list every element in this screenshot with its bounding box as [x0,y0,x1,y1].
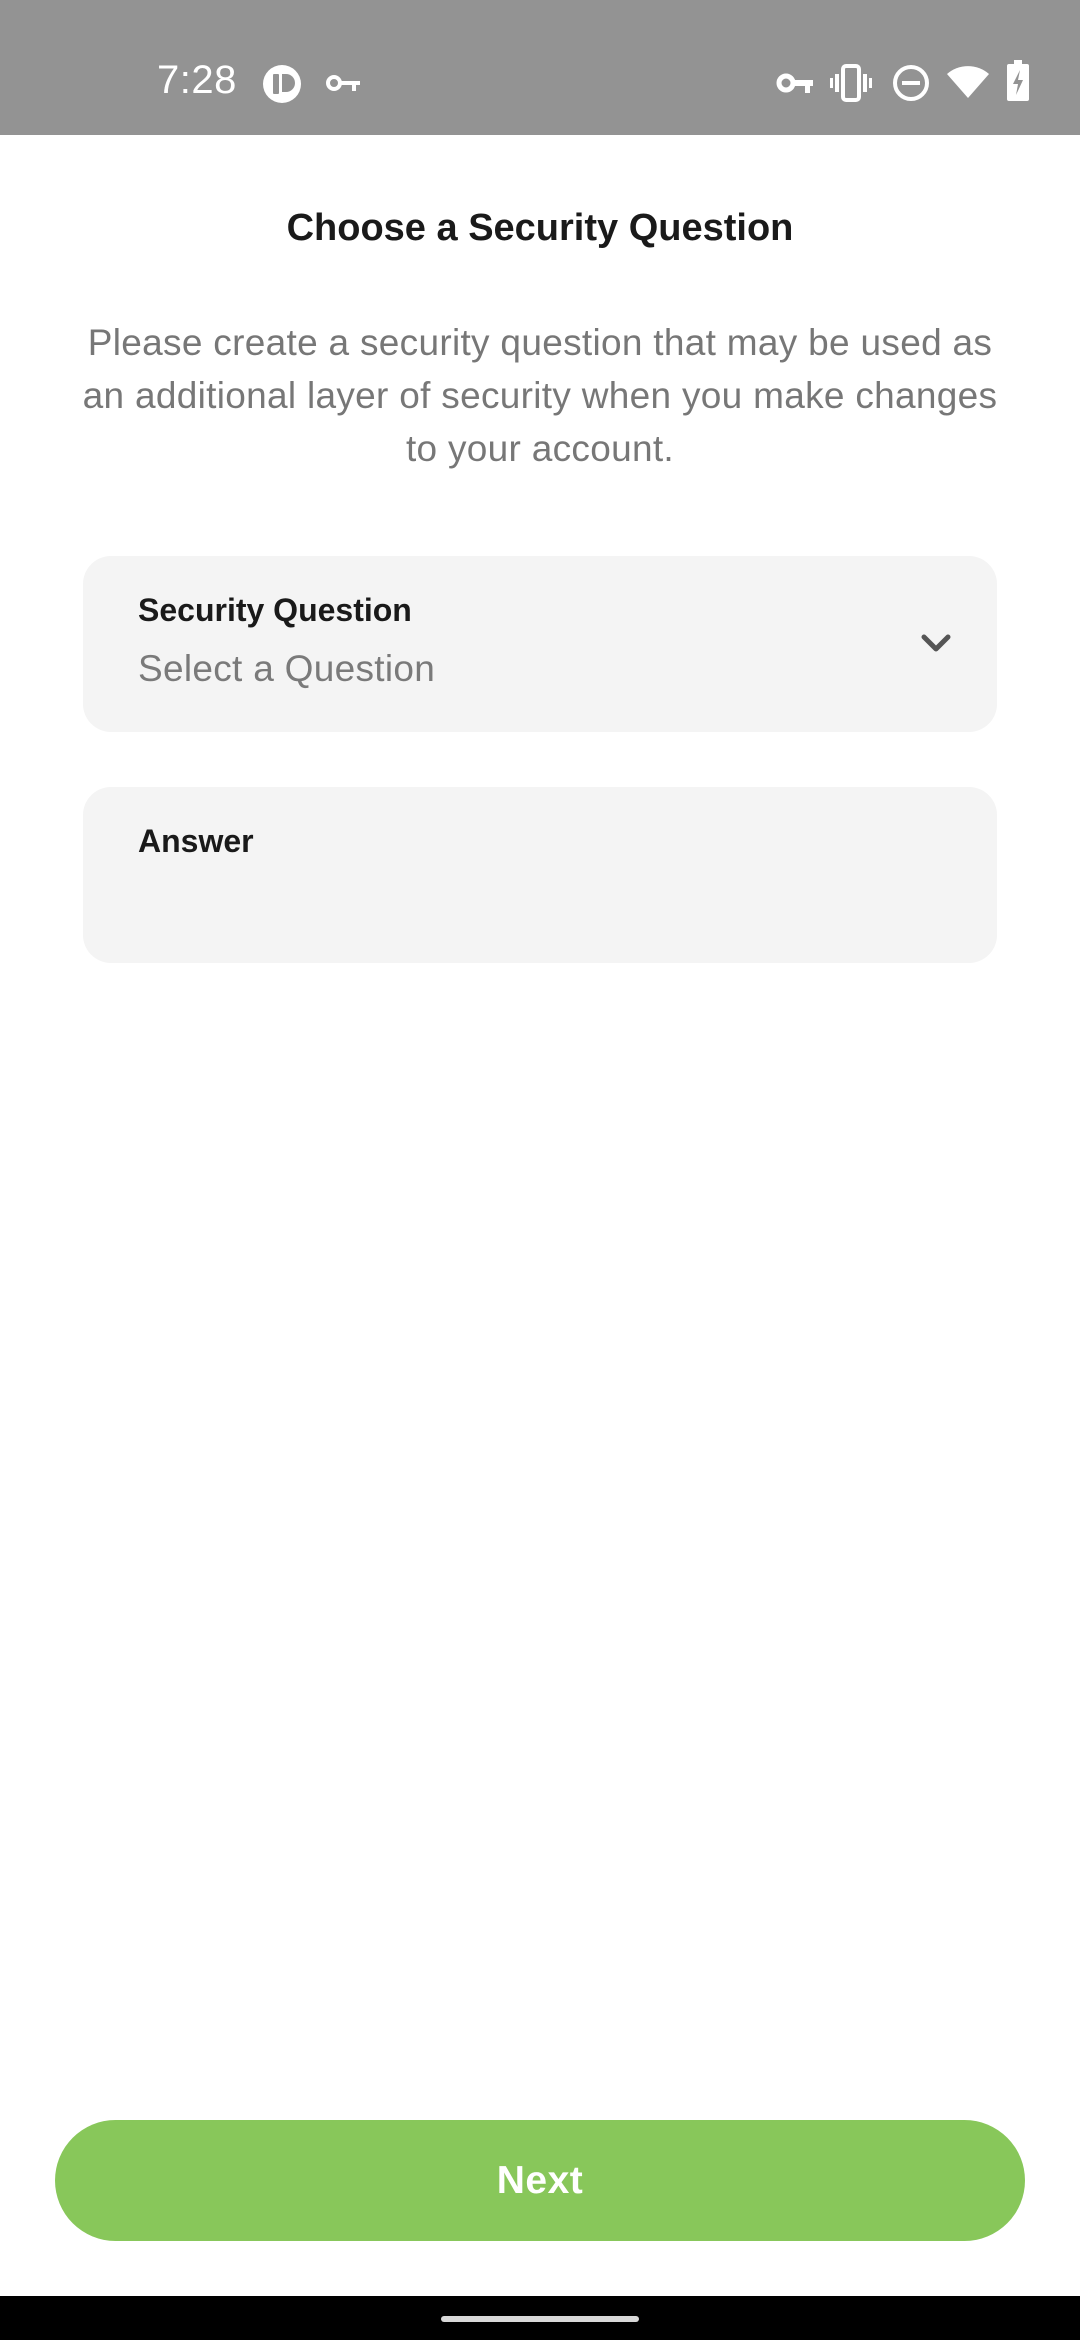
status-bar: 7:28 [0,0,1080,135]
answer-input[interactable] [138,879,938,929]
key-icon [326,75,360,91]
do-not-disturb-icon [893,65,929,101]
app-notification-icon [263,65,301,103]
security-question-value: Select a Question [138,648,436,689]
answer-label: Answer [138,823,254,859]
page-title: Choose a Security Question [286,207,794,249]
vpn-key-icon [776,73,813,93]
next-button[interactable]: Next [55,2120,1025,2241]
chevron-down-icon [921,634,951,652]
wifi-icon [947,66,989,98]
security-question-label: Security Question [138,592,412,628]
vibrate-icon [830,64,872,102]
battery-charging-icon [1007,60,1029,101]
status-time: 7:28 [157,58,237,102]
answer-field[interactable]: Answer [83,787,997,963]
home-indicator[interactable] [441,2316,639,2322]
description-text: Please create a security question that m… [82,322,998,469]
security-question-dropdown[interactable]: Security Question Select a Question [83,556,997,732]
navigation-bar [0,2296,1080,2340]
